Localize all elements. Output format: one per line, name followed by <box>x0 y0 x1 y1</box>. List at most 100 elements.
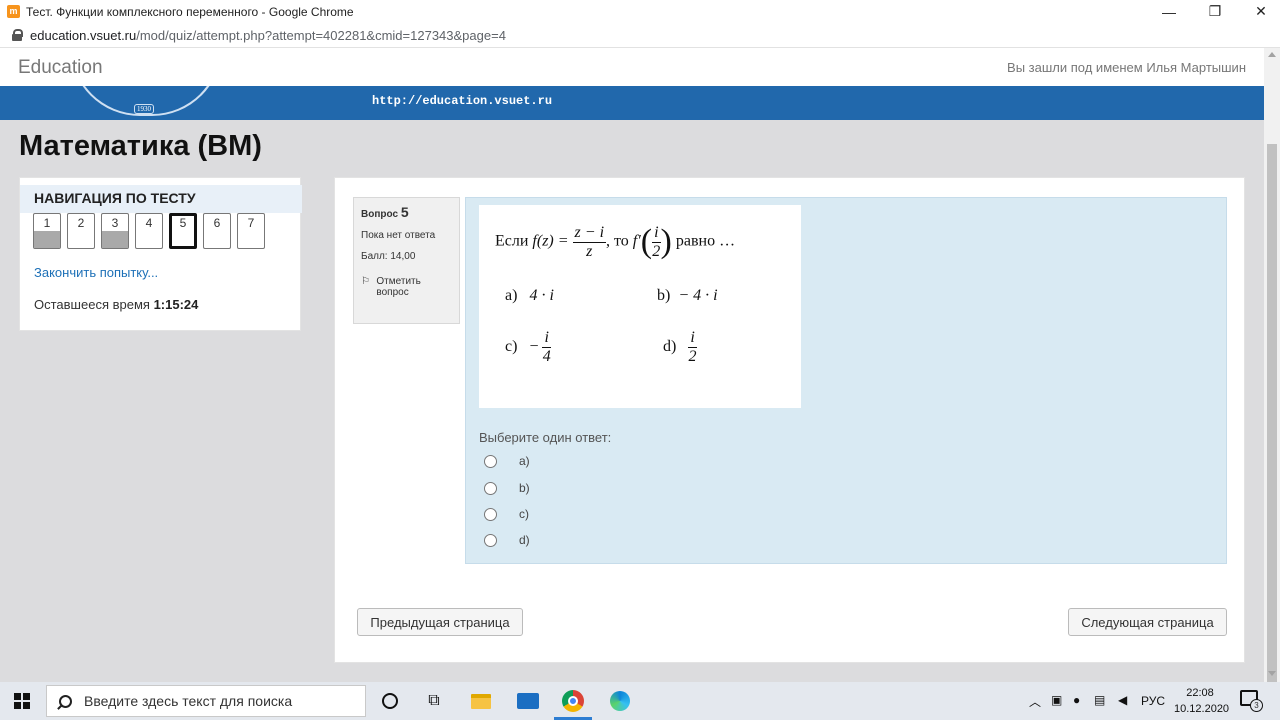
banner-url: http://education.vsuet.ru <box>372 94 553 108</box>
close-window-button[interactable]: ✕ <box>1238 0 1280 23</box>
device-icon[interactable]: ▤ <box>1094 693 1105 707</box>
answer-option-b[interactable]: b) <box>484 481 530 495</box>
page-scrollbar[interactable] <box>1264 48 1280 716</box>
taskbar-search-placeholder[interactable]: Введите здесь текст для поиска <box>84 693 292 709</box>
taskbar-search-box[interactable]: Введите здесь текст для поиска <box>46 685 366 717</box>
cortana-icon[interactable] <box>379 690 401 712</box>
site-navbar: Education Вы зашли под именем Илья Марты… <box>0 48 1264 86</box>
scrollbar-thumb[interactable] <box>1267 144 1277 716</box>
option-d-label[interactable]: d) <box>519 533 530 547</box>
quiz-nav-button-label: 2 <box>77 216 85 230</box>
quiz-nav-button-1[interactable]: 1 <box>33 213 61 249</box>
answer-a-letter: a) <box>505 287 518 304</box>
search-icon <box>59 694 72 708</box>
address-bar[interactable]: education.vsuet.ru/mod/quiz/attempt.php?… <box>0 23 1280 48</box>
volume-icon[interactable]: ◀ <box>1118 693 1127 707</box>
windows-taskbar: Введите здесь текст для поиска ⧉ ︿ ▣ ● ▤… <box>0 682 1280 720</box>
answer-c-fraction: i4 <box>542 329 551 365</box>
minimize-button[interactable]: — <box>1146 0 1192 23</box>
formula-arg-denominator: 2 <box>652 242 661 260</box>
radio-c[interactable] <box>484 507 497 521</box>
formula-numerator: z − i <box>572 223 607 243</box>
formula-statement: Если f(z) = z − iz, то f′(i 2) равно … <box>495 223 735 261</box>
previous-page-button[interactable]: Предыдущая страница <box>357 608 523 636</box>
question-number: Вопрос 5 <box>361 204 452 220</box>
url-text[interactable]: education.vsuet.ru/mod/quiz/attempt.php?… <box>30 28 506 43</box>
option-a-label[interactable]: a) <box>519 454 530 468</box>
answer-c-letter: c) <box>505 337 518 355</box>
page-title: Математика (ВМ) <box>19 130 262 162</box>
question-info-box: Вопрос 5 Пока нет ответа Балл: 14,00 ⚐ От… <box>353 197 460 324</box>
flag-question-label[interactable]: Отметить вопрос <box>376 276 452 298</box>
clock-date: 10.12.2020 <box>1174 703 1230 715</box>
formula-answer-a: a) 4 · i <box>505 287 554 305</box>
restore-button[interactable]: ❐ <box>1192 0 1238 23</box>
radio-d[interactable] <box>484 533 497 547</box>
formula-if-word: Если <box>495 232 529 250</box>
login-info: Вы зашли под именем Илья Мартышин <box>1007 60 1246 75</box>
formula-right-paren: ) <box>660 223 672 260</box>
answer-option-a[interactable]: a) <box>484 454 530 468</box>
radio-a[interactable] <box>484 454 497 468</box>
site-brand-link[interactable]: Education <box>18 57 103 79</box>
quiz-nav-button-6[interactable]: 6 <box>203 213 231 249</box>
formula-f-of-z: f(z) = <box>532 232 569 250</box>
quiz-nav-button-7[interactable]: 7 <box>237 213 265 249</box>
quiz-nav-button-label: 3 <box>111 216 119 230</box>
file-explorer-icon[interactable] <box>470 690 492 712</box>
chrome-icon[interactable] <box>562 690 584 712</box>
formula-answer-b: b) − 4 · i <box>657 287 718 305</box>
quiz-nav-button-label: 1 <box>43 216 51 230</box>
answer-b-text: − 4 · i <box>678 287 718 304</box>
microphone-icon[interactable]: ● <box>1073 693 1080 707</box>
meet-now-icon[interactable]: ▣ <box>1051 693 1062 707</box>
logo-year: 1930 <box>134 104 154 114</box>
answer-c-numerator: i <box>542 329 551 348</box>
window-title: Тест. Функции комплексного переменного -… <box>26 4 354 19</box>
option-b-label[interactable]: b) <box>519 481 530 495</box>
windows-start-icon[interactable] <box>14 693 30 709</box>
quiz-nav-button-label: 7 <box>247 216 255 230</box>
quiz-navigation-heading: НАВИГАЦИЯ ПО ТЕСТУ <box>34 190 196 206</box>
quiz-nav-button-3[interactable]: 3 <box>101 213 129 249</box>
taskbar-clock[interactable]: 22:08 10.12.2020 <box>1174 685 1230 717</box>
quiz-nav-button-4[interactable]: 4 <box>135 213 163 249</box>
formula-equals-word: равно … <box>675 232 736 250</box>
formula-f-prime: f′ <box>632 232 641 250</box>
quiz-nav-button-2[interactable]: 2 <box>67 213 95 249</box>
notifications-icon[interactable]: 3 <box>1240 690 1263 712</box>
lock-icon[interactable] <box>12 29 23 41</box>
finish-attempt-link[interactable]: Закончить попытку... <box>34 265 158 280</box>
answer-d-numerator: i <box>688 329 697 348</box>
quiz-nav-button-5[interactable]: 5 <box>169 213 197 249</box>
question-formula-image: Если f(z) = z − iz, то f′(i 2) равно … a)… <box>479 205 801 408</box>
answer-c-denominator: 4 <box>542 347 551 365</box>
answer-prompt: Выберите один ответ: <box>479 430 612 445</box>
scroll-up-icon[interactable] <box>1268 52 1276 57</box>
mail-icon[interactable] <box>517 690 539 712</box>
flag-question-link[interactable]: ⚐ Отметить вопрос <box>361 276 452 298</box>
answer-option-c[interactable]: c) <box>484 507 529 521</box>
next-page-button[interactable]: Следующая страница <box>1068 608 1227 636</box>
answer-option-d[interactable]: d) <box>484 533 530 547</box>
show-hidden-icons-icon[interactable]: ︿ <box>1029 693 1041 710</box>
url-host: education.vsuet.ru <box>30 27 137 43</box>
scroll-down-icon[interactable] <box>1268 671 1276 676</box>
question-body: Если f(z) = z − iz, то f′(i 2) равно … a)… <box>465 197 1227 564</box>
language-indicator[interactable]: РУС <box>1141 694 1165 708</box>
quiz-nav-button-label: 6 <box>213 216 221 230</box>
option-c-label[interactable]: c) <box>519 507 529 521</box>
edge-icon[interactable] <box>609 690 631 712</box>
moodle-favicon-icon: m <box>7 5 20 18</box>
question-number-value: 5 <box>400 204 409 220</box>
clock-time: 22:08 <box>1186 687 1214 699</box>
flag-icon[interactable]: ⚐ <box>361 276 372 287</box>
formula-argument: i2 <box>652 224 661 260</box>
task-view-icon[interactable]: ⧉ <box>423 690 445 712</box>
radio-b[interactable] <box>484 481 497 495</box>
time-remaining-label: Оставшееся время <box>34 297 150 312</box>
question-status: Пока нет ответа <box>361 230 436 241</box>
answered-indicator <box>34 231 60 248</box>
formula-then-word: , то <box>606 232 629 250</box>
quiz-navigation-header: НАВИГАЦИЯ ПО ТЕСТУ <box>20 185 302 213</box>
